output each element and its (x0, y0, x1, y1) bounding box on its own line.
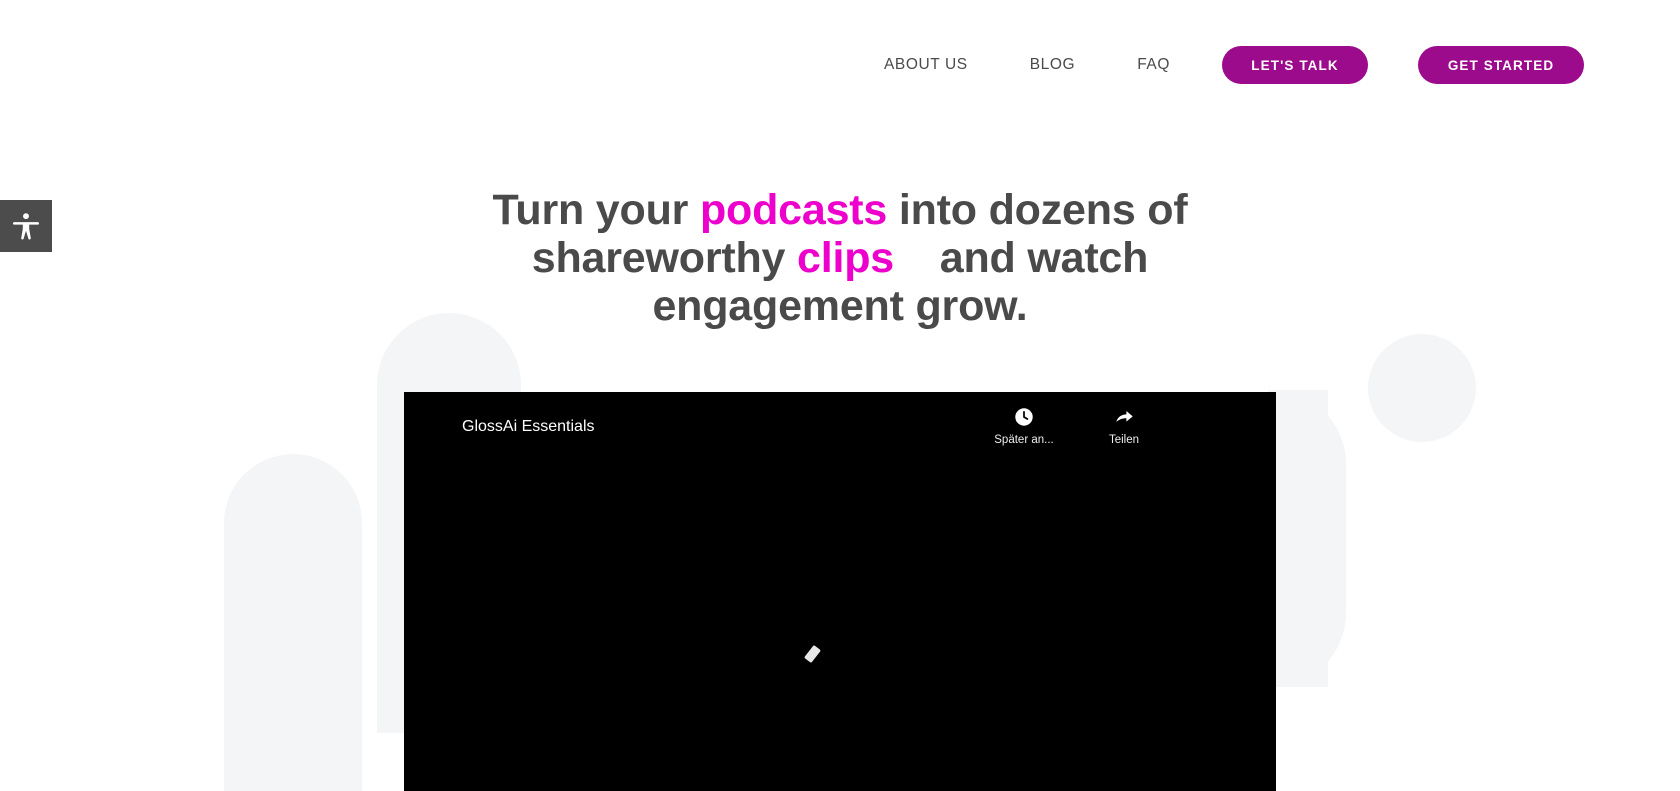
nav-link-about-us[interactable]: ABOUT US (884, 48, 968, 82)
nav-link-faq[interactable]: FAQ (1137, 48, 1170, 82)
decor-arch-left (224, 454, 362, 791)
lets-talk-button[interactable]: LET'S TALK (1222, 46, 1368, 84)
video-player-top-bar: GlossAi Essentials Später an... Teilen (404, 392, 1276, 464)
headline-part-1: Turn your (492, 186, 700, 234)
accessibility-person-icon (10, 210, 42, 242)
nav-link-blog[interactable]: BLOG (1030, 48, 1075, 82)
primary-navigation: ABOUT US BLOG FAQ LET'S TALK GET STARTED (884, 46, 1584, 84)
decor-slab-right (1268, 390, 1328, 687)
hero-section: Turn your podcasts into dozens of sharew… (0, 186, 1680, 330)
watch-later-label: Später an... (994, 434, 1054, 446)
video-title[interactable]: GlossAi Essentials (462, 416, 595, 438)
decor-arch-right (1272, 390, 1346, 687)
decor-circle-right (1368, 334, 1476, 442)
page-root: ABOUT US BLOG FAQ LET'S TALK GET STARTED… (0, 0, 1680, 791)
headline-accent-podcasts: podcasts (699, 186, 888, 234)
clock-icon (1013, 406, 1035, 428)
share-button[interactable]: Teilen (1086, 406, 1162, 447)
accessibility-widget-button[interactable] (0, 200, 52, 252)
video-player[interactable]: GlossAi Essentials Später an... Teilen (404, 392, 1276, 791)
get-started-button[interactable]: GET STARTED (1418, 46, 1584, 84)
watch-later-button[interactable]: Später an... (986, 406, 1062, 447)
page-title: Turn your podcasts into dozens of sharew… (490, 186, 1190, 330)
video-actions: Später an... Teilen (986, 406, 1162, 447)
site-header: ABOUT US BLOG FAQ LET'S TALK GET STARTED (0, 0, 1680, 130)
share-label: Teilen (1108, 434, 1140, 446)
share-arrow-icon (1113, 406, 1135, 428)
headline-accent-clips: clips (797, 234, 895, 282)
site-logo[interactable] (96, 36, 306, 88)
